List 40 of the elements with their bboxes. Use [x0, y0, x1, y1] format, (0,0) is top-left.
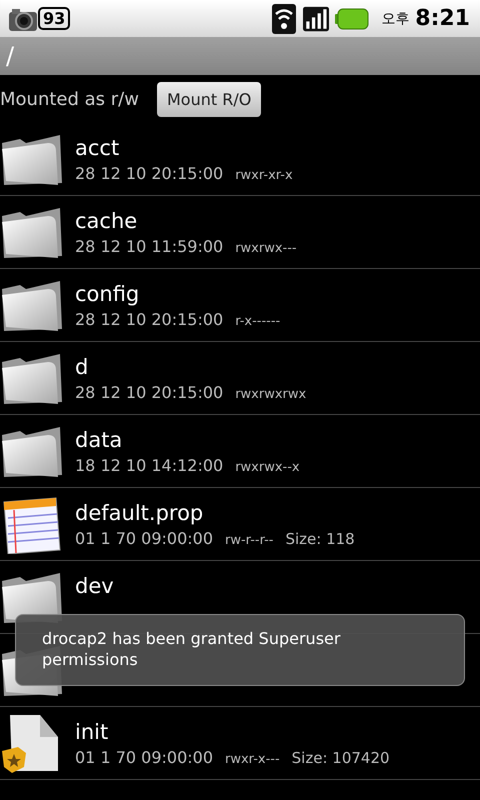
file-permissions: rwxrwx--x — [235, 460, 300, 474]
file-name: dev — [75, 574, 114, 600]
file-name: cache — [75, 208, 138, 234]
file-row[interactable]: init 01 1 70 09:00:00 rwxr-x--- Size: 107420 — [0, 707, 480, 780]
file-date: 28 12 10 11:59:00 — [75, 236, 224, 256]
file-permissions: r-x------ — [235, 314, 280, 328]
file-row[interactable]: default.prop 01 1 70 09:00:00 rw-r--r-- Size: 118 — [0, 488, 480, 561]
wifi-icon — [271, 4, 298, 34]
file-name: d — [75, 354, 90, 380]
file-date: 28 12 10 20:15:00 — [75, 164, 224, 182]
file-size: Size: 118 — [285, 530, 355, 548]
mount-status: Mounted as r/w — [0, 88, 139, 110]
superuser-toast: drocap2 has been granted Superuser permissions — [15, 614, 465, 686]
file-date: 28 12 10 20:15:00 — [75, 382, 224, 402]
file-permissions: rwxr-x--- — [225, 752, 280, 766]
file-date: 01 1 70 09:00:00 — [75, 528, 214, 548]
file-row[interactable]: config 28 12 10 20:15:00 r-x------ — [0, 269, 480, 342]
file-name: config — [75, 282, 140, 308]
file-name: init — [75, 720, 110, 746]
file-row[interactable]: data 18 12 10 14:12:00 rwxrwx--x — [0, 415, 480, 488]
file-row[interactable]: d 28 12 10 20:15:00 rwxrwxrwx — [0, 342, 480, 415]
notification-count: 93 — [38, 7, 70, 30]
current-path: / — [6, 42, 14, 70]
clock: 8:21 — [415, 6, 470, 31]
file-name: data — [75, 428, 124, 454]
file-row[interactable]: cache 28 12 10 11:59:00 rwxrwx--- — [0, 196, 480, 269]
file-permissions: rwxr-xr-x — [235, 168, 293, 182]
file-row[interactable]: acct 28 12 10 20:15:00 rwxr-xr-x — [0, 123, 480, 196]
file-size: Size: 107420 — [292, 748, 390, 766]
file-name: default.prop — [75, 500, 204, 526]
clock-period: 오후 — [381, 10, 410, 28]
battery-icon — [335, 8, 370, 30]
file-permissions: rw-r--r-- — [225, 532, 274, 548]
file-date: 18 12 10 14:12:00 — [75, 456, 224, 474]
file-permissions: rwxrwx--- — [235, 240, 297, 256]
mount-button[interactable]: Mount R/O — [156, 82, 262, 116]
file-permissions: rwxrwxrwx — [235, 386, 306, 402]
file-date: 01 1 70 09:00:00 — [75, 748, 214, 766]
file-name: acct — [75, 136, 120, 162]
file-date: 28 12 10 20:15:00 — [75, 310, 224, 328]
